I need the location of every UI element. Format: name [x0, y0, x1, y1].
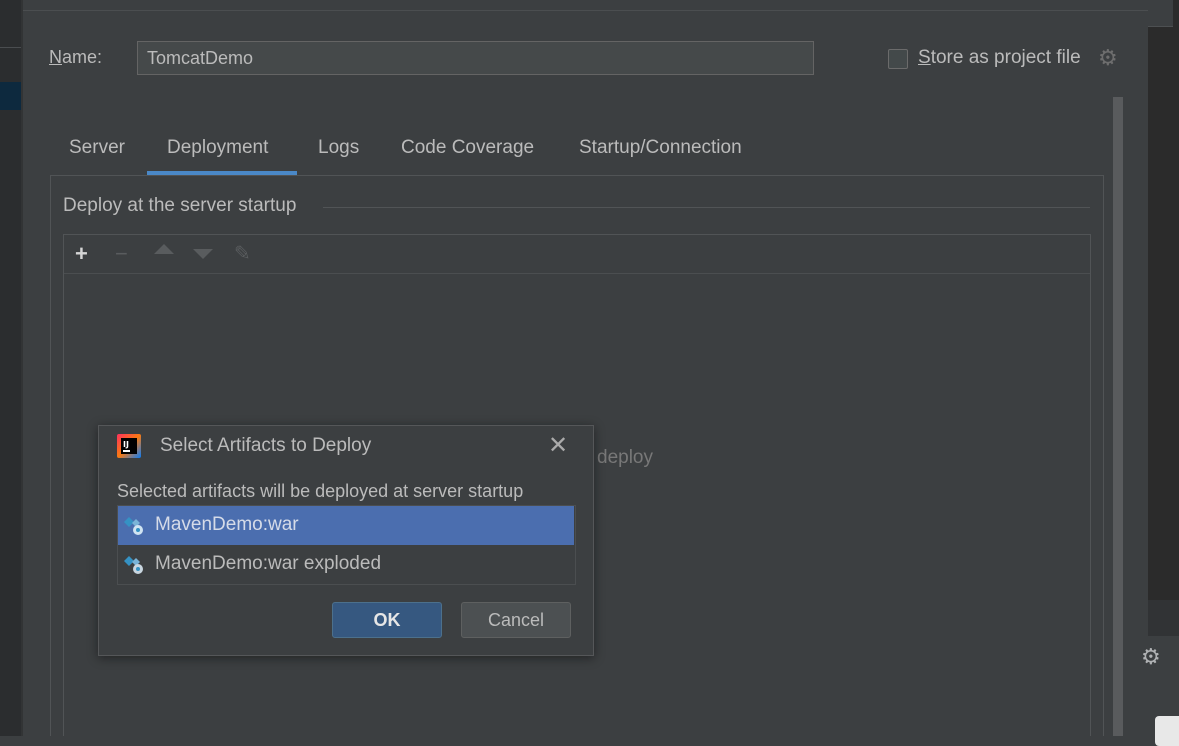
right-top-panel: [1148, 0, 1173, 27]
add-icon[interactable]: +: [75, 240, 88, 268]
store-as-project-file-label[interactable]: Store as project file: [918, 47, 1081, 69]
artifact-icon: [124, 556, 143, 574]
settings-gear-icon[interactable]: ⚙: [1098, 45, 1118, 71]
tab-deployment[interactable]: Deployment: [167, 137, 268, 159]
section-title: Deploy at the server startup: [63, 195, 297, 216]
artifact-label: MavenDemo:war exploded: [155, 553, 382, 574]
artifact-label: MavenDemo:war: [155, 514, 299, 535]
edit-icon[interactable]: ✎: [234, 240, 251, 268]
right-strip-band: [1148, 600, 1179, 636]
left-divider: [21, 0, 23, 736]
close-icon[interactable]: ✕: [548, 432, 568, 460]
artifact-row-war[interactable]: MavenDemo:war: [118, 506, 574, 545]
store-label-mnemonic: S: [918, 47, 931, 68]
section-separator: [323, 207, 1090, 208]
corner-widget: [1155, 716, 1179, 746]
cancel-button[interactable]: Cancel: [461, 602, 571, 638]
left-strip-selected-item[interactable]: [0, 82, 22, 110]
move-up-icon[interactable]: [154, 244, 174, 254]
dialog-subtitle: Selected artifacts will be deployed at s…: [117, 481, 524, 501]
ok-button[interactable]: OK: [332, 602, 442, 638]
name-label-text: ame:: [62, 47, 103, 67]
gear-icon[interactable]: ⚙: [1141, 646, 1161, 668]
tab-server[interactable]: Server: [69, 137, 125, 159]
tab-code-coverage[interactable]: Code Coverage: [401, 137, 534, 159]
svg-text:IJ: IJ: [123, 440, 129, 449]
store-label-text: tore as project file: [930, 47, 1081, 68]
right-background-strip: [1148, 0, 1179, 736]
artifact-row-war-exploded[interactable]: MavenDemo:war exploded: [118, 545, 574, 584]
remove-icon[interactable]: −: [115, 240, 128, 268]
tab-startup-connection[interactable]: Startup/Connection: [579, 137, 742, 159]
empty-list-hint: deploy: [597, 447, 653, 468]
name-input[interactable]: TomcatDemo: [137, 41, 814, 75]
store-as-project-file-checkbox[interactable]: [888, 49, 908, 69]
tab-logs[interactable]: Logs: [318, 137, 359, 159]
artifact-icon: [124, 517, 143, 535]
name-label: Name:: [49, 47, 102, 68]
move-down-icon[interactable]: [193, 249, 213, 259]
left-strip-divider: [0, 47, 22, 48]
deploy-toolbar: [64, 235, 1090, 274]
top-divider: [23, 10, 1148, 11]
name-label-mnemonic: N: [49, 47, 62, 67]
dialog-title: Select Artifacts to Deploy: [160, 435, 372, 456]
intellij-logo-icon: IJ: [117, 434, 141, 458]
left-navigation-strip: [0, 0, 22, 736]
scrollbar-thumb[interactable]: [1113, 97, 1123, 736]
